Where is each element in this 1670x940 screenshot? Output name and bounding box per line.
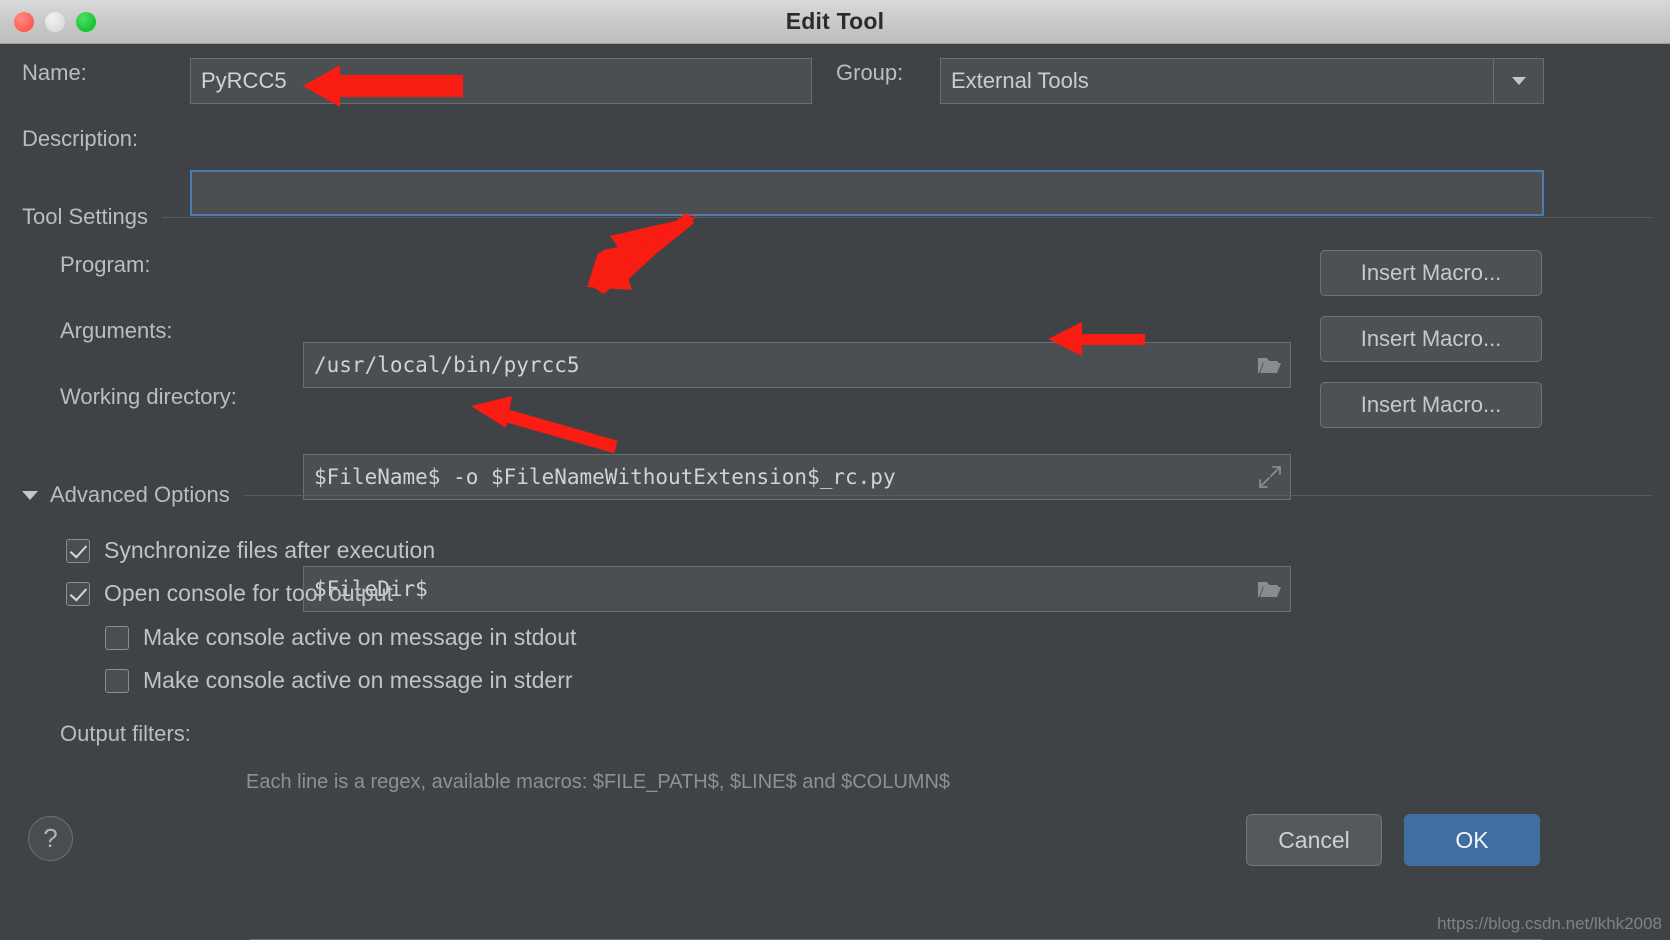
tool-settings-section-header: Tool Settings [22,204,1652,230]
program-input[interactable]: /usr/local/bin/pyrcc5 [303,342,1291,388]
window-title: Edit Tool [785,8,885,34]
chevron-down-icon[interactable] [1493,59,1543,103]
name-label-wrap: Name: [22,60,87,86]
name-input[interactable]: PyRCC5 [190,58,812,104]
help-icon: ? [43,823,58,853]
title-bar: Edit Tool [0,0,1670,44]
working-directory-input[interactable]: $FileDir$ [303,566,1291,612]
group-select-value: External Tools [951,68,1089,93]
working-directory-label: Working directory: [60,384,237,409]
output-filters-hint: Each line is a regex, available macros: … [246,771,951,793]
section-divider [161,216,1652,218]
checkbox-console-active-stderr[interactable]: Make console active on message in stderr [105,667,573,694]
edit-tool-dialog: Edit Tool Name: PyRCC5 Group: External T… [0,0,1670,940]
insert-macro-arguments-button[interactable]: Insert Macro... [1320,316,1542,362]
arguments-label: Arguments: [60,318,173,343]
working-directory-label-wrap: Working directory: [60,384,237,410]
cancel-button[interactable]: Cancel [1246,814,1382,866]
tool-settings-title: Tool Settings [22,204,148,229]
checkbox-label: Synchronize files after execution [104,537,436,563]
window-controls [14,11,96,32]
close-button[interactable] [14,11,34,32]
name-input-value: PyRCC5 [201,68,287,93]
arguments-label-wrap: Arguments: [60,318,173,344]
checkbox-synchronize-files[interactable]: Synchronize files after execution [66,537,435,564]
checkbox-indicator[interactable] [66,538,90,563]
advanced-options-title: Advanced Options [50,482,230,507]
description-label-wrap: Description: [22,126,138,152]
group-label: Group: [836,60,904,85]
insert-macro-arguments-label: Insert Macro... [1360,326,1502,351]
description-label: Description: [22,126,139,151]
checkbox-open-console[interactable]: Open console for tool output [66,580,393,607]
zoom-button[interactable] [76,11,96,32]
insert-macro-working-directory-button[interactable]: Insert Macro... [1320,382,1542,428]
checkbox-label: Make console active on message in stdout [143,624,577,650]
ok-button[interactable]: OK [1404,814,1540,866]
insert-macro-program-button[interactable]: Insert Macro... [1320,250,1542,296]
insert-macro-working-directory-label: Insert Macro... [1360,392,1502,417]
checkbox-indicator[interactable] [105,625,129,650]
program-label-wrap: Program: [60,252,150,278]
chevron-down-icon[interactable] [22,490,38,500]
watermark-text: https://blog.csdn.net/lkhk2008 [1437,914,1662,933]
folder-icon[interactable] [1256,576,1284,602]
insert-macro-program-label: Insert Macro... [1360,260,1502,285]
minimize-button[interactable] [45,11,65,32]
help-button[interactable]: ? [28,816,73,861]
checkbox-indicator[interactable] [66,581,90,606]
section-divider [243,494,1652,496]
checkbox-label: Open console for tool output [104,580,393,606]
output-filters-label: Output filters: [60,721,191,746]
ok-button-label: OK [1455,826,1489,853]
group-label-wrap: Group: [836,60,903,86]
checkbox-label: Make console active on message in stderr [143,667,573,693]
name-label: Name: [22,60,87,85]
advanced-options-section-header[interactable]: Advanced Options [22,482,1652,508]
group-select[interactable]: External Tools [940,58,1544,104]
output-filters-label-wrap: Output filters: [60,721,191,747]
cancel-button-label: Cancel [1278,826,1350,853]
folder-icon[interactable] [1256,352,1284,378]
checkbox-indicator[interactable] [105,668,129,693]
program-input-value: /usr/local/bin/pyrcc5 [314,353,580,377]
checkbox-console-active-stdout[interactable]: Make console active on message in stdout [105,624,576,651]
program-label: Program: [60,252,151,277]
dialog-body: Name: PyRCC5 Group: External Tools Descr… [0,44,1670,940]
